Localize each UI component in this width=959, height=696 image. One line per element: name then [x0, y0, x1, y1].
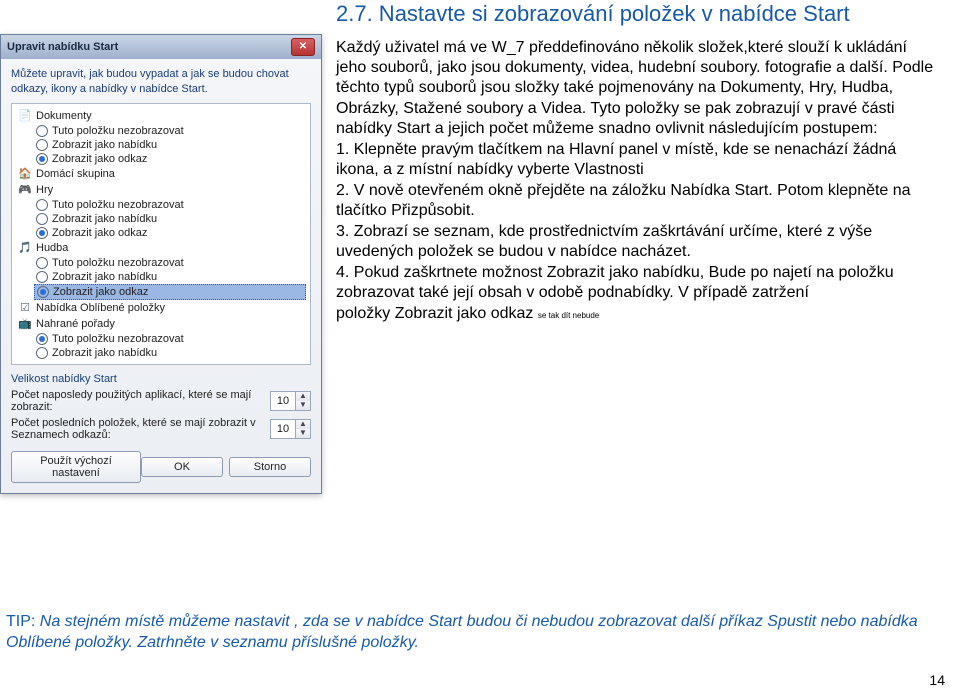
radio-icon[interactable]: [36, 271, 48, 283]
tree-option[interactable]: Zobrazit jako odkaz: [34, 284, 306, 300]
option-label: Zobrazit jako nabídku: [52, 347, 157, 359]
spinner-down-icon[interactable]: ▼: [296, 429, 310, 438]
tree-group[interactable]: 📺 Nahrané pořady: [16, 316, 306, 332]
tree-option[interactable]: Zobrazit jako nabídku: [34, 138, 306, 152]
group-label: Dokumenty: [36, 110, 92, 122]
defaults-button[interactable]: Použít výchozí nastavení: [11, 451, 141, 483]
tree-group[interactable]: 📄 Dokumenty: [16, 108, 306, 124]
radio-icon[interactable]: [36, 227, 48, 239]
radio-icon[interactable]: [36, 213, 48, 225]
radio-icon[interactable]: [37, 286, 49, 298]
tree-group[interactable]: 🎵 Hudba: [16, 240, 306, 256]
tree-option[interactable]: Zobrazit jako odkaz: [34, 152, 306, 166]
start-menu-customize-dialog: Upravit nabídku Start ✕ Můžete upravit, …: [0, 34, 322, 494]
count-label: Počet naposledy použitých aplikací, kter…: [11, 389, 264, 413]
tree-option[interactable]: Tuto položku nezobrazovat: [34, 256, 306, 270]
tree-option[interactable]: Zobrazit jako nabídku: [34, 346, 306, 360]
option-label: Zobrazit jako nabídku: [52, 213, 157, 225]
spinner-value: 10: [271, 423, 295, 435]
option-label: Zobrazit jako odkaz: [53, 286, 148, 298]
option-label: Tuto položku nezobrazovat: [52, 333, 184, 345]
close-button[interactable]: ✕: [291, 38, 315, 56]
option-label: Zobrazit jako nabídku: [52, 139, 157, 151]
dialog-title: Upravit nabídku Start: [7, 41, 118, 53]
tree-option[interactable]: Tuto položku nezobrazovat: [34, 198, 306, 212]
group-label: Nabídka Oblíbené položky: [36, 302, 165, 314]
option-label: Tuto položku nezobrazovat: [52, 125, 184, 137]
count-spinner[interactable]: 10▲▼: [270, 391, 311, 411]
option-label: Zobrazit jako odkaz: [52, 153, 147, 165]
tree-option[interactable]: Tuto položku nezobrazovat: [34, 332, 306, 346]
option-label: Tuto položku nezobrazovat: [52, 199, 184, 211]
group-label: Hudba: [36, 242, 68, 254]
group-label: Domácí skupina: [36, 168, 115, 180]
spinner-value: 10: [271, 395, 295, 407]
group-icon: 📺: [18, 317, 32, 331]
group-icon: 🏠: [18, 167, 32, 181]
tree-group[interactable]: 🎮 Hry: [16, 182, 306, 198]
radio-icon[interactable]: [36, 125, 48, 137]
tip-prefix: TIP:: [6, 613, 40, 630]
spinner-down-icon[interactable]: ▼: [296, 401, 310, 410]
tree-option[interactable]: Zobrazit jako nabídku: [34, 270, 306, 284]
group-icon: ☑: [18, 301, 32, 315]
count-label: Počet posledních položek, které se mají …: [11, 417, 264, 441]
size-label: Velikost nabídky Start: [11, 373, 311, 385]
small-tail: se tak dít nebude: [538, 311, 599, 320]
dialog-description: Můžete upravit, jak budou vypadat a jak …: [11, 67, 311, 97]
group-label: Hry: [36, 184, 53, 196]
radio-icon[interactable]: [36, 199, 48, 211]
count-spinner[interactable]: 10▲▼: [270, 419, 311, 439]
radio-icon[interactable]: [36, 347, 48, 359]
radio-icon[interactable]: [36, 153, 48, 165]
option-label: Zobrazit jako odkaz: [52, 227, 147, 239]
group-icon: 🎮: [18, 183, 32, 197]
section-heading: 2.7. Nastavte si zobrazování položek v n…: [336, 0, 936, 28]
tree-group[interactable]: ☑ Nabídka Oblíbené položky: [16, 300, 306, 316]
cancel-button[interactable]: Storno: [229, 457, 311, 477]
tree-group[interactable]: 🏠 Domácí skupina: [16, 166, 306, 182]
tree-option[interactable]: Tuto položku nezobrazovat: [34, 124, 306, 138]
tree-option[interactable]: Zobrazit jako nabídku: [34, 212, 306, 226]
tip-note: TIP: Na stejném místě můžeme nastavit , …: [6, 612, 936, 654]
group-icon: 📄: [18, 109, 32, 123]
group-label: Nahrané pořady: [36, 318, 115, 330]
article-body: 2.7. Nastavte si zobrazování položek v n…: [336, 0, 936, 324]
count-row: Počet posledních položek, které se mají …: [11, 417, 311, 441]
radio-icon[interactable]: [36, 333, 48, 345]
section-paragraph: Každý uživatel má ve W_7 předdefinováno …: [336, 38, 936, 325]
tip-body: Na stejném místě můžeme nastavit , zda s…: [6, 613, 918, 651]
page-number: 14: [929, 672, 945, 688]
radio-icon[interactable]: [36, 257, 48, 269]
ok-button[interactable]: OK: [141, 457, 223, 477]
radio-icon[interactable]: [36, 139, 48, 151]
count-row: Počet naposledy použitých aplikací, kter…: [11, 389, 311, 413]
option-label: Tuto položku nezobrazovat: [52, 257, 184, 269]
option-label: Zobrazit jako nabídku: [52, 271, 157, 283]
tree-option[interactable]: Zobrazit jako odkaz: [34, 226, 306, 240]
dialog-titlebar: Upravit nabídku Start ✕: [1, 35, 321, 59]
group-icon: 🎵: [18, 241, 32, 255]
options-tree[interactable]: 📄 Dokumenty Tuto položku nezobrazovat Zobra…: [11, 103, 311, 365]
